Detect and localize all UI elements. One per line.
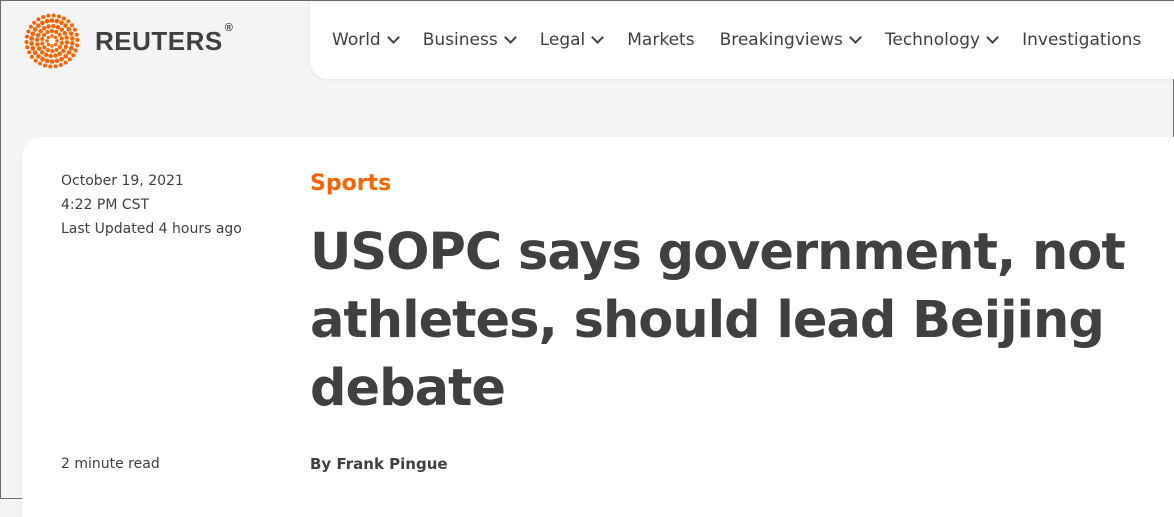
nav-item-world[interactable]: World [332, 30, 400, 50]
reuters-logo[interactable]: REUTERS ® [21, 13, 233, 69]
nav-item-label: Breakingviews [719, 30, 843, 50]
nav-items: World Business Legal Markets Breakingviews Te… [310, 1, 1174, 79]
nav-item-label: Markets [627, 30, 695, 50]
publish-time: 4:22 PM CST [61, 197, 150, 213]
chevron-down-icon [591, 31, 605, 44]
nav-item-label: Business [422, 30, 498, 50]
last-updated: Last Updated 4 hours ago [61, 221, 242, 237]
chevron-down-icon [986, 31, 999, 44]
registered-mark: ® [224, 21, 234, 34]
section-link[interactable]: Sports [310, 171, 391, 196]
article-headline: USOPC says government, not athletes, sho… [310, 223, 1126, 418]
publish-date: October 19, 2021 [61, 173, 184, 189]
nav-item-technology[interactable]: Technology [884, 30, 999, 50]
nav-item-label: Investigations [1022, 30, 1142, 50]
nav-item-legal[interactable]: Legal [539, 30, 605, 50]
nav-item-breakingviews[interactable]: Breakingviews [719, 30, 862, 50]
byline: By Frank Pingue [310, 455, 448, 473]
article-meta: October 19, 2021 4:22 PM CST Last Update… [61, 169, 242, 241]
reuters-logo-icon [24, 13, 80, 69]
main-navigation: World Business Legal Markets Breakingviews Te… [310, 1, 1174, 79]
nav-item-label: Technology [884, 30, 981, 50]
author-link[interactable]: Frank Pingue [336, 455, 447, 473]
brand-wordmark: REUTERS [95, 25, 223, 56]
brand-name: REUTERS ® [95, 22, 233, 57]
read-time: 2 minute read [61, 456, 160, 472]
chevron-down-icon [848, 31, 862, 44]
chevron-down-icon [503, 31, 517, 44]
nav-item-label: Legal [539, 30, 586, 50]
nav-item-business[interactable]: Business [422, 30, 517, 50]
nav-item-investigations[interactable]: Investigations [1022, 30, 1141, 50]
nav-item-label: World [332, 30, 381, 50]
nav-item-markets[interactable]: Markets [627, 30, 694, 50]
byline-prefix: By [310, 455, 332, 473]
chevron-down-icon [386, 31, 400, 44]
